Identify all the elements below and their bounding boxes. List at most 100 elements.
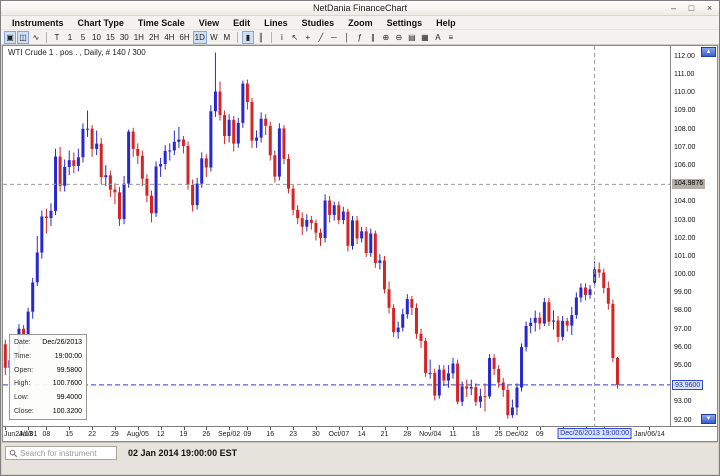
interval-1d-button[interactable]: 1D [193, 31, 207, 44]
candlestick-chart [3, 46, 670, 426]
tooltip-label: High: [14, 380, 30, 387]
x-tick-label: Nov/04 [419, 431, 441, 438]
x-tick-label: 19 [180, 431, 188, 438]
price-axis[interactable]: 112.00111.00110.00109.00108.00107.00106.… [670, 46, 717, 426]
price-tick-label: 106.00 [674, 162, 695, 169]
x-tick-mark [430, 427, 431, 430]
zoom-out-icon[interactable]: ⊖ [393, 31, 405, 44]
interval-2h-button[interactable]: 2H [147, 31, 161, 44]
tooltip-value: Dec/26/2013 [42, 339, 82, 346]
x-tick-label: 09 [243, 431, 251, 438]
close-button[interactable]: × [704, 2, 715, 14]
x-tick-mark [115, 427, 116, 430]
last-price-label: 93.9600 [672, 380, 703, 390]
x-tick-label: Jul/01 [19, 431, 38, 438]
tooltip-label: Date: [14, 339, 31, 346]
bar-chart-icon[interactable]: ║ [255, 31, 267, 44]
instrument-search[interactable] [5, 446, 117, 460]
font-larger-icon[interactable]: A [432, 31, 444, 44]
x-tick-mark [316, 427, 317, 430]
interval-5-button[interactable]: 5 [77, 31, 89, 44]
detach-chart-icon[interactable]: ◫ [17, 31, 29, 44]
menu-zoom[interactable]: Zoom [341, 18, 380, 28]
x-tick-label: 18 [472, 431, 480, 438]
x-tick-mark [476, 427, 477, 430]
minimize-button[interactable]: – [668, 2, 679, 14]
tooltip-row: Time: 19:00:00 [14, 353, 82, 360]
crosshair-icon[interactable]: + [302, 31, 314, 44]
menu-instruments[interactable]: Instruments [5, 18, 71, 28]
interval-1-button[interactable]: 1 [64, 31, 76, 44]
x-tick-label: 23 [289, 431, 297, 438]
zoom-in-icon[interactable]: ⊕ [380, 31, 392, 44]
x-tick-label: 26 [202, 431, 210, 438]
interval-1h-button[interactable]: 1H [132, 31, 146, 44]
x-tick-mark [138, 427, 139, 430]
x-tick-label: 12 [157, 431, 165, 438]
menu-list-icon[interactable]: ≡ [445, 31, 457, 44]
candlestick-chart-icon[interactable]: ▮ [242, 31, 254, 44]
tooltip-value: 100.3200 [53, 408, 82, 415]
print-icon[interactable]: ▤ [406, 31, 418, 44]
price-tick-label: 103.00 [674, 217, 695, 224]
x-tick-mark [362, 427, 363, 430]
x-tick-mark [46, 427, 47, 430]
fibonacci-icon[interactable]: ƒ [354, 31, 366, 44]
menu-studies[interactable]: Studies [295, 18, 342, 28]
chart-windows-icon[interactable]: ▣ [4, 31, 16, 44]
interval-30-button[interactable]: 30 [118, 31, 131, 44]
price-tick-label: 108.00 [674, 126, 695, 133]
interval-4h-button[interactable]: 4H [162, 31, 176, 44]
price-tick-label: 93.00 [674, 398, 692, 405]
price-tick-label: 96.00 [674, 344, 692, 351]
zigzag-line-icon[interactable]: ∿ [30, 31, 42, 44]
toolbar-separator [271, 32, 272, 43]
status-timestamp: 02 Jan 2014 19:00:00 EST [128, 448, 237, 458]
vertical-line-icon[interactable]: │ [341, 31, 353, 44]
tooltip-value: 100.7600 [53, 380, 82, 387]
search-input[interactable] [20, 449, 113, 458]
x-tick-mark [270, 427, 271, 430]
x-tick-label: 08 [42, 431, 50, 438]
price-tick-label: 95.00 [674, 362, 692, 369]
x-tick-label: 09 [536, 431, 544, 438]
maximize-button[interactable]: □ [686, 2, 697, 14]
menu-view[interactable]: View [192, 18, 226, 28]
pointer-icon[interactable]: ↖ [289, 31, 301, 44]
chart-plot-area[interactable]: WTI Crude 1 . pos . , Daily, # 140 / 300… [3, 46, 670, 426]
tooltip-label: Time: [14, 353, 31, 360]
axis-scroll-up-button[interactable]: ▲ [701, 47, 716, 57]
menu-settings[interactable]: Settings [380, 18, 430, 28]
menu-edit[interactable]: Edit [226, 18, 257, 28]
x-tick-mark [540, 427, 541, 430]
interval-m-button[interactable]: M [221, 31, 233, 44]
menu-lines[interactable]: Lines [257, 18, 295, 28]
axis-scroll-down-button[interactable]: ▼ [701, 414, 716, 424]
x-tick-label: Jan/06/14 [634, 431, 665, 438]
x-tick-mark [293, 427, 294, 430]
window-title: NetDania FinanceChart [313, 3, 407, 13]
horizontal-line-icon[interactable]: ─ [328, 31, 340, 44]
menu-help[interactable]: Help [429, 18, 463, 28]
interval-10-button[interactable]: 10 [90, 31, 103, 44]
menu-chart-type[interactable]: Chart Type [71, 18, 131, 28]
price-tick-label: 110.00 [674, 89, 695, 96]
time-axis[interactable]: Jun24/13Jul/0108152229Aug/05121926Sep/02… [3, 426, 717, 441]
tooltip-value: 19:00:00 [55, 353, 82, 360]
trendline-icon[interactable]: ╱ [315, 31, 327, 44]
price-tick-label: 98.00 [674, 307, 692, 314]
interval-6h-button[interactable]: 6H [177, 31, 191, 44]
menu-time-scale[interactable]: Time Scale [131, 18, 192, 28]
info-icon[interactable]: i [276, 31, 288, 44]
price-tick-label: 112.00 [674, 53, 695, 60]
x-tick-mark [247, 427, 248, 430]
interval-w-button[interactable]: W [208, 31, 220, 44]
x-tick-mark [229, 427, 230, 430]
chart-region: WTI Crude 1 . pos . , Daily, # 140 / 300… [2, 45, 718, 442]
status-bar: 02 Jan 2014 19:00:00 EST [2, 442, 718, 474]
channel-icon[interactable]: ∥ [367, 31, 379, 44]
interval-15-button[interactable]: 15 [104, 31, 117, 44]
x-tick-mark [69, 427, 70, 430]
export-icon[interactable]: ▦ [419, 31, 431, 44]
interval-t-button[interactable]: T [51, 31, 63, 44]
